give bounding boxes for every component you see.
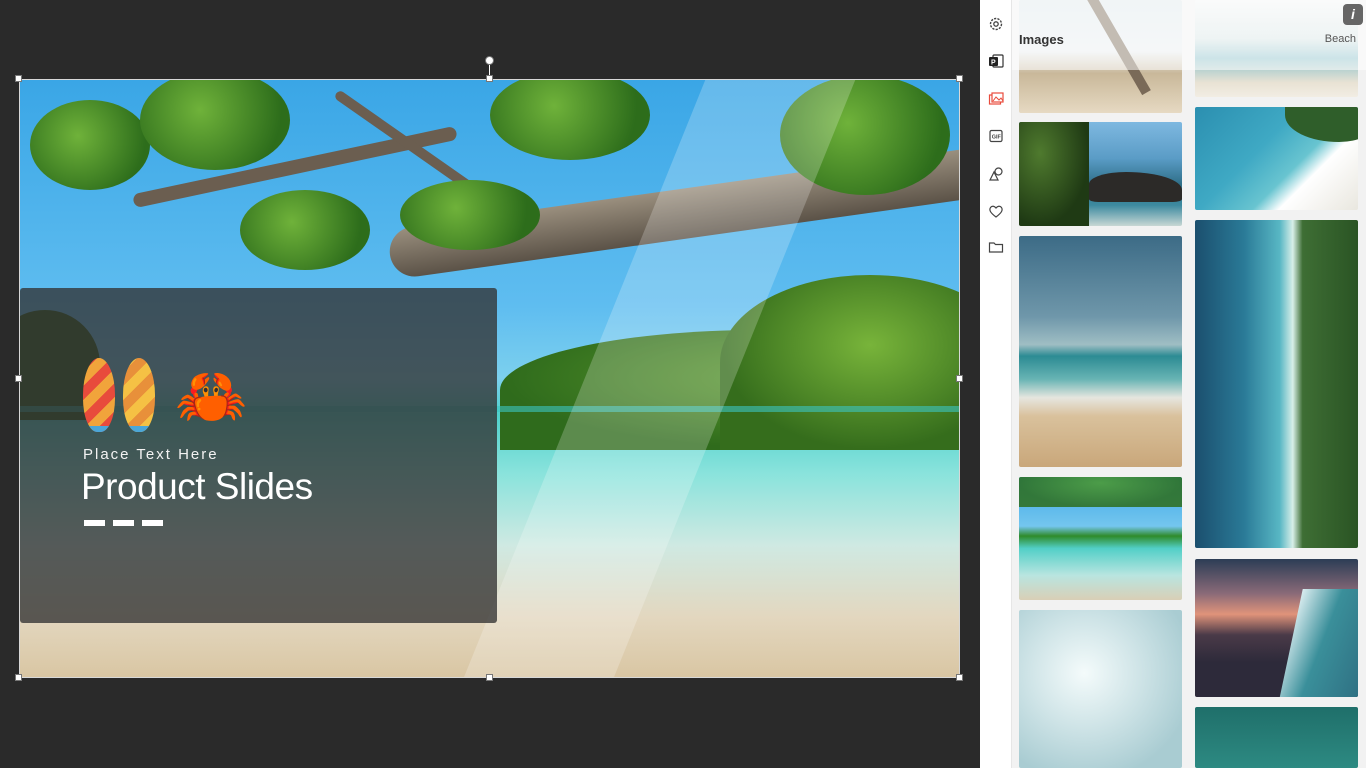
resize-handle-top[interactable]: [486, 75, 493, 82]
surfboard-icon: [83, 358, 115, 432]
resize-handle-bottom[interactable]: [486, 674, 493, 681]
folder-icon[interactable]: [987, 238, 1005, 256]
slide[interactable]: 🦀 Place Text Here Product Slides: [19, 79, 960, 678]
resize-handle-top-left[interactable]: [15, 75, 22, 82]
slide-title[interactable]: Product Slides: [81, 466, 313, 508]
image-thumbnail[interactable]: [1195, 107, 1358, 210]
slide-canvas: 🦀 Place Text Here Product Slides: [0, 0, 980, 768]
tool-sidebar: P GIF: [980, 0, 1012, 768]
image-thumbnail[interactable]: [1195, 559, 1358, 697]
text-overlay-box[interactable]: 🦀 Place Text Here Product Slides: [20, 288, 497, 623]
crab-icon: 🦀: [175, 364, 248, 429]
settings-icon[interactable]: [987, 15, 1005, 33]
leaves: [490, 80, 650, 160]
svg-text:GIF: GIF: [992, 135, 1002, 141]
favorites-icon[interactable]: [987, 202, 1005, 220]
surfboard-icon: [123, 358, 155, 432]
images-panel: Images Beach i: [1012, 0, 1366, 768]
image-thumbnail[interactable]: [1195, 220, 1358, 548]
slide-subtitle[interactable]: Place Text Here: [83, 446, 219, 463]
panel-header: [1012, 0, 1366, 70]
resize-handle-right[interactable]: [956, 375, 963, 382]
leaves: [240, 190, 370, 270]
leaves: [140, 80, 290, 170]
svg-text:P: P: [991, 60, 996, 67]
powerpoint-icon[interactable]: P: [987, 52, 1005, 70]
image-thumbnail[interactable]: [1019, 477, 1182, 600]
gif-icon[interactable]: GIF: [987, 127, 1005, 145]
leaves: [30, 100, 150, 190]
leaves: [400, 180, 540, 250]
image-thumbnail[interactable]: [1195, 707, 1358, 768]
image-thumbnail[interactable]: [1019, 122, 1182, 226]
title-dashes: [84, 520, 163, 526]
title-icons: 🦀: [83, 358, 247, 432]
image-thumbnail[interactable]: [1019, 236, 1182, 467]
resize-handle-left[interactable]: [15, 375, 22, 382]
image-thumbnail[interactable]: [1019, 610, 1182, 768]
resize-handle-bottom-right[interactable]: [956, 674, 963, 681]
category-label[interactable]: Beach: [1325, 33, 1356, 45]
images-icon[interactable]: [987, 90, 1005, 108]
panel-title: Images: [1019, 32, 1064, 47]
info-icon[interactable]: i: [1343, 4, 1363, 25]
rotate-handle[interactable]: [485, 56, 494, 65]
resize-handle-top-right[interactable]: [956, 75, 963, 82]
resize-handle-bottom-left[interactable]: [15, 674, 22, 681]
shapes-icon[interactable]: [987, 165, 1005, 183]
